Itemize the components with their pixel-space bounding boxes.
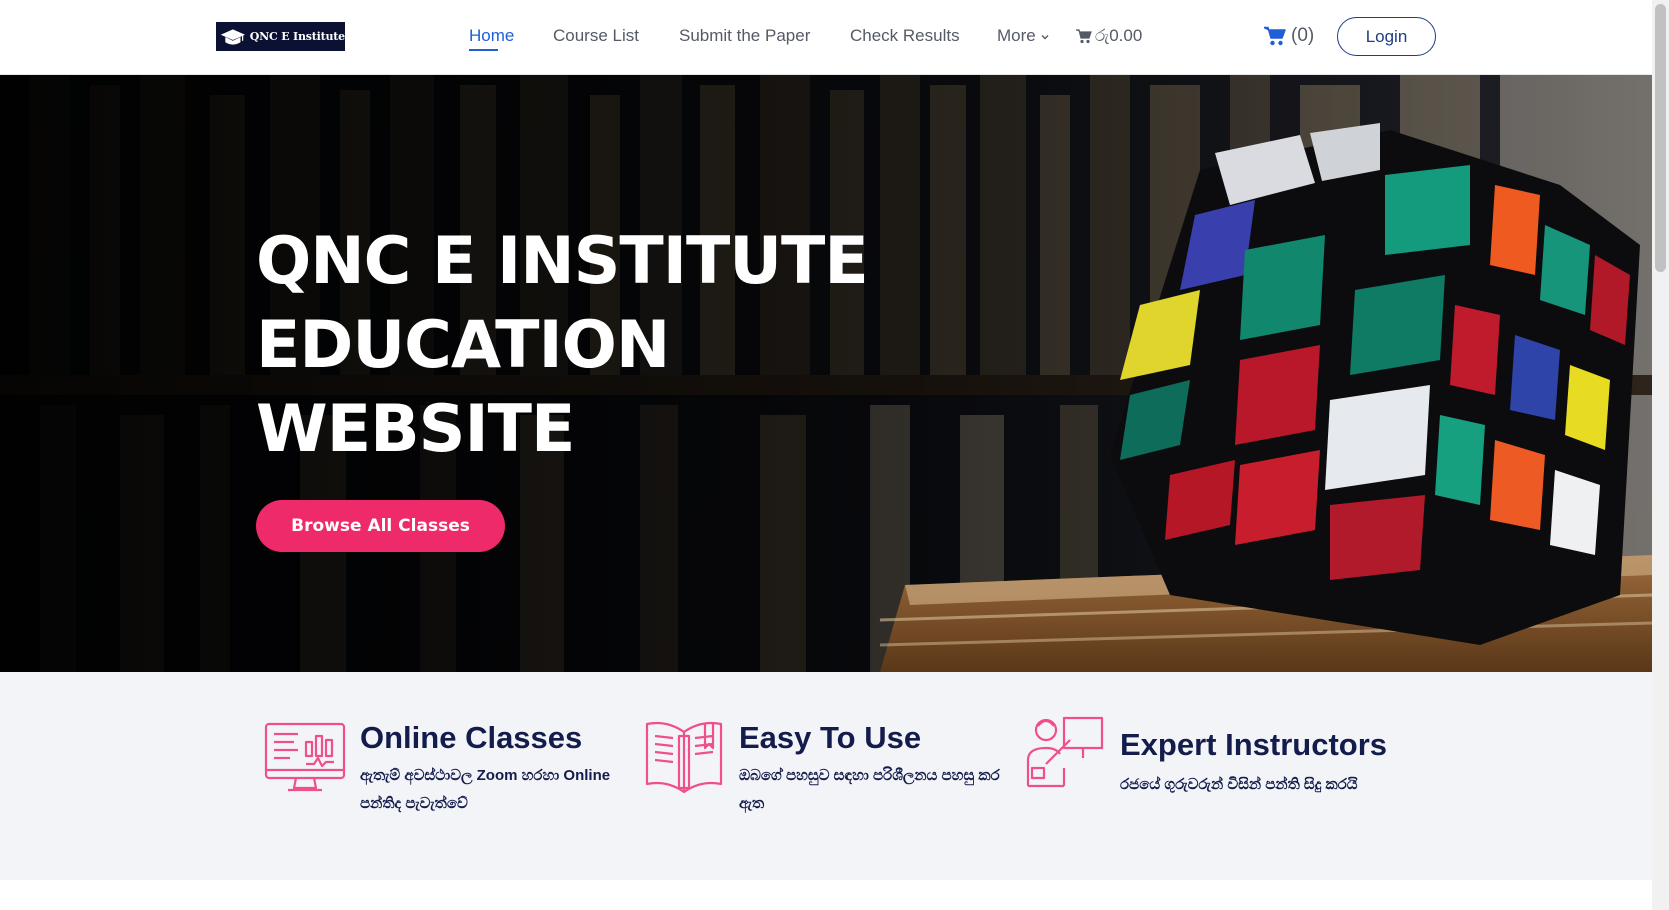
chevron-down-icon[interactable] (1041, 33, 1049, 41)
nav-more[interactable]: More (997, 26, 1036, 46)
mini-cart-amount[interactable]: රු0.00 (1095, 26, 1142, 46)
nav-submit-paper[interactable]: Submit the Paper (679, 26, 810, 46)
feature-title: Expert Instructors (1120, 727, 1388, 762)
graduation-cap-icon (220, 28, 246, 45)
nav-active-underline (469, 49, 498, 51)
hero-title-line-1: QNC E INSTITUTE (256, 224, 869, 299)
feature-title: Online Classes (360, 720, 583, 755)
feature-description-line-1: රජයේ ගුරුවරුන් විසින් පන්ති සිදු කරයි (1120, 776, 1358, 793)
feature-description-line-2: ඇත (739, 795, 765, 812)
shopping-cart-icon[interactable] (1264, 26, 1286, 46)
site-header: QNC E Institute Home Course List Submit … (0, 0, 1652, 75)
logo-text: QNC E Institute (249, 30, 345, 43)
feature-description: ඇතැම් අවස්ථාවල Zoom හරහා Online පන්තිද ප… (360, 762, 640, 818)
site-logo[interactable]: QNC E Institute (216, 22, 345, 51)
nav-home[interactable]: Home (469, 26, 514, 46)
hero-title: QNC E INSTITUTE EDUCATION WEBSITE (256, 220, 869, 472)
next-section-edge (0, 880, 1652, 910)
login-button[interactable]: Login (1337, 17, 1436, 56)
open-book-icon (645, 721, 723, 794)
hero-title-line-2: EDUCATION (256, 308, 670, 383)
feature-description-line-1: ඇතැම් අවස්ථාවල Zoom හරහා Online (360, 767, 611, 784)
mini-cart-icon[interactable] (1076, 29, 1092, 44)
monitor-chart-icon (264, 722, 346, 792)
nav-check-results[interactable]: Check Results (850, 26, 960, 46)
feature-description: රජයේ ගුරුවරුන් විසින් පන්ති සිදු කරයි (1120, 771, 1400, 799)
feature-description-line-1: ඔබගේ පහසුව සඳහා පරිශීලනය පහසු කර (739, 767, 1000, 784)
hero-banner: QNC E INSTITUTE EDUCATION WEBSITE Browse… (0, 75, 1652, 672)
feature-description: ඔබගේ පහසුව සඳහා පරිශීලනය පහසු කර ඇත (739, 762, 1019, 818)
browse-all-classes-button[interactable]: Browse All Classes (256, 500, 505, 552)
cart-count[interactable]: (0) (1291, 25, 1314, 47)
hero-title-line-3: WEBSITE (256, 392, 575, 467)
feature-description-line-2: පන්තිද පැවැත්වේ (360, 795, 468, 812)
teacher-board-icon (1026, 716, 1104, 788)
features-section: Online Classes ඇතැම් අවස්ථාවල Zoom හරහා … (0, 672, 1652, 880)
feature-title: Easy To Use (739, 720, 922, 755)
nav-course-list[interactable]: Course List (553, 26, 639, 46)
page-scrollbar-thumb[interactable] (1655, 4, 1666, 272)
